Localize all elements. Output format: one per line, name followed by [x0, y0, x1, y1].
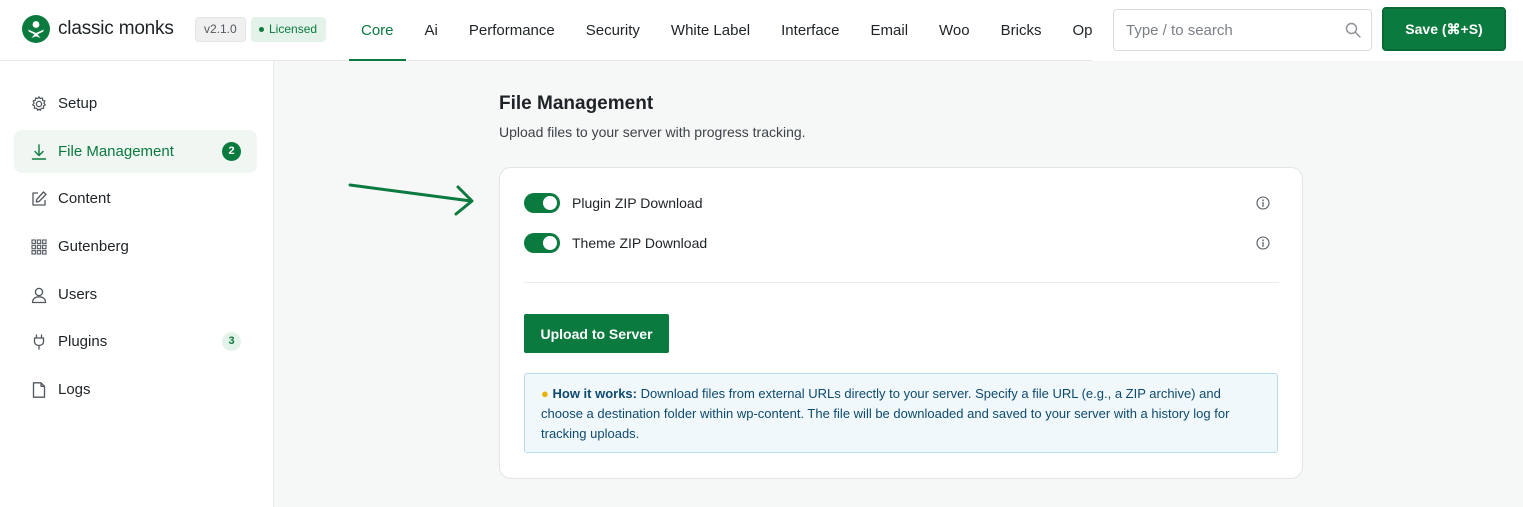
tab-label: Opt — [1072, 22, 1092, 39]
sidebar-item-label: Logs — [58, 381, 91, 398]
arrow-annotation-icon — [348, 183, 474, 216]
brand-name: classic monks — [58, 18, 174, 39]
sidebar-item-users[interactable]: Users — [14, 273, 257, 316]
tab-label: Core — [361, 22, 394, 39]
toggle-label: Plugin ZIP Download — [572, 195, 703, 211]
sidebar-item-plugins[interactable]: Plugins 3 — [14, 320, 257, 363]
sidebar-item-label: Content — [58, 190, 111, 207]
tab-ai[interactable]: Ai — [413, 0, 450, 61]
notice-text: Download files from external URLs direct… — [541, 386, 1230, 441]
plug-icon — [33, 333, 45, 350]
user-icon — [31, 287, 47, 303]
theme-zip-download-toggle[interactable] — [524, 233, 560, 253]
upload-to-server-button[interactable]: Upload to Server — [524, 314, 669, 353]
save-button[interactable]: Save (⌘+S) — [1382, 7, 1506, 51]
sidebar-item-file-management[interactable]: File Management 2 — [14, 130, 257, 173]
sidebar-item-gutenberg[interactable]: Gutenberg — [14, 225, 257, 268]
tab-label: Bricks — [1000, 22, 1042, 39]
search-input[interactable] — [1114, 10, 1344, 50]
page-title: File Management — [499, 93, 654, 114]
theme-zip-download-row: Theme ZIP Download — [524, 231, 1280, 255]
main-nav: Core Ai Performance Security White Label… — [349, 0, 1092, 61]
sidebar-item-label: Gutenberg — [58, 238, 129, 255]
sidebar-item-setup[interactable]: Setup — [14, 82, 257, 125]
tab-security[interactable]: Security — [574, 0, 652, 61]
count-badge: 3 — [222, 332, 241, 351]
download-icon — [31, 143, 47, 160]
tab-email[interactable]: Email — [859, 0, 921, 61]
info-icon[interactable] — [1256, 196, 1270, 210]
header-actions: Save (⌘+S) — [1092, 0, 1523, 61]
tab-white-label[interactable]: White Label — [659, 0, 762, 61]
tab-label: Performance — [468, 22, 555, 39]
tab-woo[interactable]: Woo — [927, 0, 982, 61]
plugin-zip-download-row: Plugin ZIP Download — [524, 191, 1280, 215]
info-icon[interactable] — [1256, 236, 1270, 250]
gear-icon — [32, 95, 46, 111]
tab-label: Ai — [424, 22, 438, 39]
divider — [524, 282, 1279, 283]
tab-interface[interactable]: Interface — [769, 0, 851, 61]
plugin-zip-download-toggle[interactable] — [524, 193, 560, 213]
search-box — [1113, 9, 1372, 51]
monk-logo-icon — [22, 15, 50, 43]
sidebar-item-content[interactable]: Content — [14, 177, 257, 220]
license-badge: Licensed — [251, 17, 327, 42]
tab-label: Security — [585, 22, 640, 39]
tab-core[interactable]: Core — [349, 0, 406, 61]
tab-label: Interface — [781, 22, 840, 39]
toggle-knob — [543, 236, 557, 250]
sidebar-item-label: File Management — [58, 143, 174, 160]
file-icon — [32, 381, 46, 398]
brand-logo[interactable]: classic monks — [22, 15, 174, 43]
version-badge: v2.1.0 — [195, 17, 246, 42]
sidebar-item-label: Plugins — [58, 333, 108, 350]
search-icon[interactable] — [1345, 22, 1361, 38]
sidebar-item-label: Setup — [58, 95, 98, 112]
toggle-label: Theme ZIP Download — [572, 235, 708, 251]
edit-icon — [32, 190, 47, 206]
notice-heading: How it works: — [552, 386, 637, 401]
sidebar-item-logs[interactable]: Logs — [14, 368, 257, 411]
settings-card: Plugin ZIP Download Theme ZIP Download U… — [499, 167, 1303, 479]
how-it-works-notice: ● How it works: Download files from exte… — [524, 373, 1278, 453]
lightbulb-icon: ● — [541, 386, 549, 401]
tab-bricks[interactable]: Bricks — [989, 0, 1054, 61]
tab-performance[interactable]: Performance — [457, 0, 567, 61]
tab-opt[interactable]: Opt — [1060, 0, 1092, 61]
sidebar: Setup File Management 2 Content Gutenber… — [0, 61, 274, 507]
tab-label: Woo — [939, 22, 970, 39]
tab-label: Email — [870, 22, 909, 39]
toggle-knob — [543, 196, 557, 210]
status-dot-icon — [259, 27, 264, 32]
top-header: classic monks v2.1.0 Licensed Core Ai Pe… — [0, 0, 1523, 61]
sidebar-item-label: Users — [58, 286, 98, 303]
tab-label: White Label — [670, 22, 751, 39]
grid-icon — [31, 238, 47, 255]
page-subtitle: Upload files to your server with progres… — [499, 124, 806, 140]
count-badge: 2 — [222, 142, 241, 161]
license-label: Licensed — [269, 22, 318, 36]
